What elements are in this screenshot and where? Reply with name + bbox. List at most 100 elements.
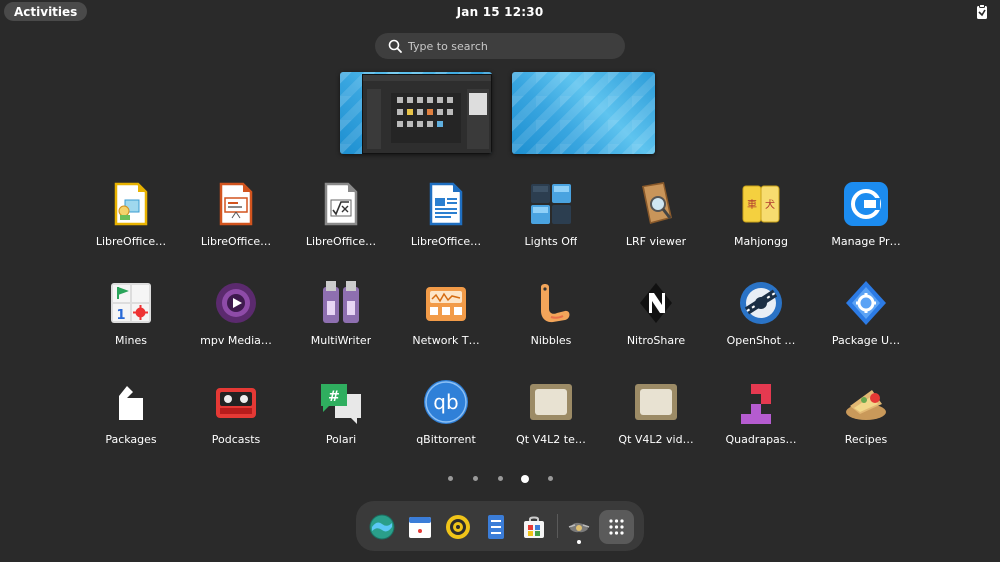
app-label: Nibbles	[530, 334, 572, 347]
search-icon	[388, 39, 402, 53]
app-qv4l2-test[interactable]: Qt V4L2 te…	[498, 374, 604, 458]
app-label: Network T…	[412, 334, 480, 347]
app-label: Quadrapas…	[725, 433, 797, 446]
page-dot[interactable]	[498, 476, 503, 481]
qv4l2-video-icon	[635, 384, 677, 420]
settings-app-icon[interactable]	[566, 514, 592, 540]
app-openshot[interactable]: OpenShot …	[708, 275, 814, 359]
svg-text:qb: qb	[433, 390, 458, 414]
app-qv4l2-video[interactable]: Qt V4L2 vid…	[603, 374, 709, 458]
app-mahjongg[interactable]: 車 犬 Mahjongg	[708, 176, 814, 260]
page-dot[interactable]	[473, 476, 478, 481]
search-placeholder: Type to search	[408, 39, 488, 53]
libreoffice-math-icon	[324, 182, 358, 226]
app-label: Manage Pr…	[831, 235, 901, 248]
svg-text:#: #	[328, 389, 340, 405]
workspace-thumbnail-1[interactable]	[340, 72, 492, 154]
activities-button[interactable]: Activities	[4, 2, 88, 21]
package-updater-icon	[846, 281, 886, 325]
app-label: MultiWriter	[310, 334, 372, 347]
app-nibbles[interactable]: Nibbles	[498, 275, 604, 359]
app-label: Podcasts	[211, 433, 261, 446]
app-label: NitroShare	[626, 334, 686, 347]
app-label: Package U…	[831, 334, 901, 347]
app-label: Lights Off	[524, 235, 578, 248]
search-bar[interactable]: Type to search	[375, 33, 625, 59]
page-dot-active[interactable]	[521, 475, 529, 483]
dash	[356, 501, 644, 551]
page-dot[interactable]	[448, 476, 453, 481]
app-label: Mahjongg	[734, 235, 788, 248]
app-manage-printing[interactable]: Manage Pr…	[813, 176, 919, 260]
app-label: LibreOffice…	[200, 235, 272, 248]
page-indicator	[0, 474, 1000, 484]
app-label: Mines	[114, 334, 148, 347]
app-label: Polari	[325, 433, 357, 446]
app-label: Qt V4L2 te…	[516, 433, 586, 446]
app-package-updater[interactable]: Package U…	[813, 275, 919, 359]
clock[interactable]: Jan 15 12:30	[457, 5, 544, 19]
files-icon[interactable]	[483, 514, 509, 540]
app-podcasts[interactable]: Podcasts	[183, 374, 289, 458]
app-mines[interactable]: 1 Mines	[78, 275, 184, 359]
app-lights-off[interactable]: Lights Off	[498, 176, 604, 260]
app-qbittorrent[interactable]: qb qBittorrent	[393, 374, 499, 458]
dash-separator	[557, 514, 558, 538]
mines-icon: 1	[111, 283, 151, 323]
clipboard-icon[interactable]	[976, 4, 988, 20]
qv4l2-test-icon	[530, 384, 572, 420]
svg-text:車: 車	[747, 198, 757, 211]
mpv-icon	[216, 283, 256, 323]
polari-icon: #	[321, 384, 361, 424]
lights-off-icon	[531, 184, 571, 224]
app-lrf-viewer[interactable]: LRF viewer	[603, 176, 709, 260]
app-label: Recipes	[844, 433, 888, 446]
app-libreoffice-impress[interactable]: LibreOffice…	[183, 176, 289, 260]
packages-icon	[119, 386, 143, 420]
app-polari[interactable]: # Polari	[288, 374, 394, 458]
software-icon[interactable]	[521, 514, 547, 540]
app-label: OpenShot …	[726, 334, 796, 347]
svg-text:1: 1	[116, 308, 125, 323]
app-label: Qt V4L2 vid…	[618, 433, 694, 446]
lrf-viewer-icon	[642, 182, 672, 224]
app-nitroshare[interactable]: NitroShare	[603, 275, 709, 359]
show-apps-icon	[609, 519, 624, 535]
svg-text:犬: 犬	[765, 198, 775, 211]
app-label: qBittorrent	[416, 433, 476, 446]
mahjongg-icon: 車 犬	[742, 185, 780, 223]
app-mpv[interactable]: mpv Media…	[183, 275, 289, 359]
libreoffice-draw-icon	[114, 182, 148, 226]
app-multiwriter[interactable]: MultiWriter	[288, 275, 394, 359]
app-quadrapassel[interactable]: Quadrapas…	[708, 374, 814, 458]
app-libreoffice-writer[interactable]: LibreOffice…	[393, 176, 499, 260]
nibbles-icon	[541, 284, 570, 323]
running-indicator	[577, 540, 581, 544]
app-network-tools[interactable]: Network T…	[393, 275, 499, 359]
music-icon[interactable]	[445, 514, 471, 540]
app-libreoffice-math[interactable]: LibreOffice…	[288, 176, 394, 260]
app-label: mpv Media…	[200, 334, 272, 347]
nitroshare-icon	[640, 283, 672, 323]
qbittorrent-icon: qb	[424, 380, 468, 424]
app-recipes[interactable]: Recipes	[813, 374, 919, 458]
app-libreoffice-draw[interactable]: LibreOffice…	[78, 176, 184, 260]
network-tools-icon	[426, 287, 466, 321]
app-label: LRF viewer	[625, 235, 687, 248]
app-packages[interactable]: Packages	[78, 374, 184, 458]
app-label: LibreOffice…	[410, 235, 482, 248]
window-preview[interactable]	[362, 74, 492, 154]
libreoffice-impress-icon	[219, 182, 253, 226]
manage-printing-icon	[844, 182, 888, 226]
recipes-icon	[846, 390, 886, 420]
browser-icon[interactable]	[369, 514, 395, 540]
app-label: Packages	[105, 433, 157, 446]
app-label: LibreOffice…	[305, 235, 377, 248]
page-dot[interactable]	[548, 476, 553, 481]
openshot-icon	[740, 282, 782, 324]
workspace-thumbnail-2[interactable]	[512, 72, 655, 154]
top-bar: Activities Jan 15 12:30	[0, 0, 1000, 24]
libreoffice-writer-icon	[429, 182, 463, 226]
calendar-icon[interactable]	[407, 514, 433, 540]
show-apps-button[interactable]	[599, 510, 634, 544]
